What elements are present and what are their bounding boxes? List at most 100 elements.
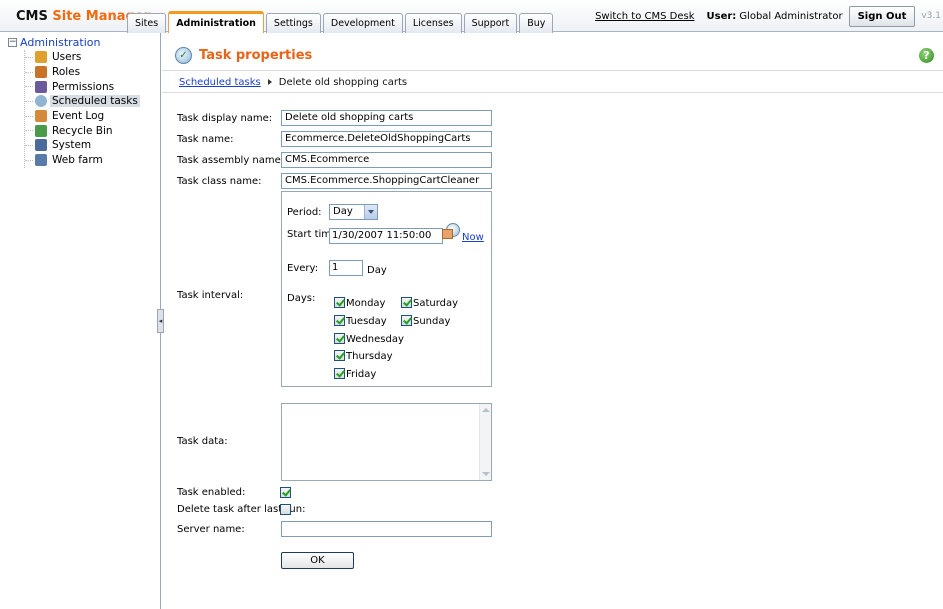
breadcrumb-arrow-icon	[267, 79, 272, 85]
friday-checkbox[interactable]	[334, 368, 345, 379]
period-label: Period:	[287, 207, 322, 218]
assembly-name-label: Task assembly name:	[177, 155, 285, 166]
user-label: User:	[706, 10, 737, 22]
tree-item-label: System	[52, 139, 92, 152]
tab-support[interactable]: Support	[463, 13, 518, 33]
scroll-up-icon[interactable]	[482, 408, 490, 412]
version-label: v3.1	[921, 11, 941, 21]
task-data-textarea[interactable]	[281, 403, 492, 481]
saturday-checkbox[interactable]	[401, 297, 412, 308]
tree-item-label: Recycle Bin	[52, 124, 113, 137]
tree-root: − Administration	[8, 36, 101, 49]
tab-administration[interactable]: Administration	[168, 11, 264, 33]
tree-root-administration[interactable]: Administration	[20, 36, 101, 49]
class-name-input[interactable]: CMS.Ecommerce.ShoppingCartCleaner	[281, 173, 492, 189]
days-label: Days:	[287, 293, 316, 304]
wednesday-label: Wednesday	[346, 334, 404, 345]
every-unit: Day	[367, 265, 387, 276]
start-time-input[interactable]: 1/30/2007 11:50:00	[329, 228, 443, 244]
header-right: Switch to CMS Desk User: Global Administ…	[595, 0, 943, 32]
admin-tree-sidebar: − Administration Users Roles Permissions…	[0, 33, 161, 609]
permissions-icon	[35, 80, 47, 93]
breadcrumb: Scheduled tasks Delete old shopping cart…	[179, 75, 407, 89]
task-enabled-label: Task enabled:	[177, 487, 246, 498]
tree-item-event-log[interactable]: Event Log	[25, 109, 140, 124]
tree-item-system[interactable]: System	[25, 138, 140, 153]
task-interval-label: Task interval:	[177, 290, 244, 301]
server-name-input[interactable]	[281, 521, 492, 537]
server-name-label: Server name:	[177, 524, 245, 535]
period-value: Day	[333, 206, 353, 217]
class-name-label: Task class name:	[177, 176, 262, 187]
sunday-label: Sunday	[413, 316, 451, 327]
help-icon[interactable]: ?	[919, 48, 934, 63]
tree-item-label: Web farm	[52, 154, 103, 167]
tuesday-checkbox[interactable]	[334, 315, 345, 326]
breadcrumb-scheduled-tasks-link[interactable]: Scheduled tasks	[179, 77, 261, 88]
friday-label: Friday	[346, 369, 377, 380]
tab-settings[interactable]: Settings	[265, 13, 321, 33]
task-data-scrollbar[interactable]	[479, 404, 491, 480]
delete-after-last-run-checkbox[interactable]	[280, 504, 291, 515]
tab-development[interactable]: Development	[322, 13, 403, 33]
tree-item-users[interactable]: Users	[25, 50, 140, 65]
period-select[interactable]: Day	[329, 204, 378, 220]
main-tabs: Sites Administration Settings Developmen…	[127, 11, 555, 33]
task-name-input[interactable]: Ecommerce.DeleteOldShoppingCarts	[281, 131, 492, 147]
task-enabled-checkbox[interactable]	[280, 487, 291, 498]
ok-button[interactable]: OK	[281, 552, 354, 569]
tab-buy[interactable]: Buy	[519, 13, 554, 33]
task-data-label: Task data:	[177, 436, 228, 447]
assembly-name-input[interactable]: CMS.Ecommerce	[281, 152, 492, 168]
tree-item-recycle-bin[interactable]: Recycle Bin	[25, 123, 140, 138]
task-interval-panel: Period: Day Start time: 1/30/2007 11:50:…	[281, 191, 492, 387]
switch-to-cms-desk-link[interactable]: Switch to CMS Desk	[595, 11, 694, 22]
display-name-label: Task display name:	[177, 113, 273, 124]
breadcrumb-divider	[162, 92, 943, 93]
every-label: Every:	[287, 263, 319, 274]
tree-item-permissions[interactable]: Permissions	[25, 79, 140, 94]
tab-sites[interactable]: Sites	[127, 13, 167, 33]
collapse-icon[interactable]: −	[8, 38, 17, 47]
recycle-bin-icon	[35, 124, 47, 137]
tuesday-label: Tuesday	[346, 316, 387, 327]
tree-item-roles[interactable]: Roles	[25, 65, 140, 80]
main-content: ✓ Task properties ? Scheduled tasks Dele…	[162, 33, 943, 609]
monday-label: Monday	[346, 298, 386, 309]
clock-icon	[35, 95, 47, 108]
tab-licenses[interactable]: Licenses	[404, 13, 462, 33]
tree-item-label: Event Log	[52, 110, 105, 123]
breadcrumb-current: Delete old shopping carts	[278, 76, 408, 88]
chevron-down-icon[interactable]	[364, 205, 377, 219]
page-title: Task properties	[199, 48, 313, 63]
sunday-checkbox[interactable]	[401, 315, 412, 326]
scroll-down-icon[interactable]	[482, 472, 490, 476]
sign-out-button[interactable]: Sign Out	[848, 5, 916, 27]
roles-icon	[35, 66, 47, 79]
monday-checkbox[interactable]	[334, 297, 345, 308]
every-input[interactable]: 1	[329, 260, 363, 276]
tree-items: Users Roles Permissions Scheduled tasks …	[24, 50, 140, 168]
top-header: CMS Site Manager Sites Administration Se…	[0, 0, 943, 33]
web-farm-icon	[35, 154, 47, 167]
thursday-label: Thursday	[346, 351, 393, 362]
now-link[interactable]: Now	[462, 232, 484, 243]
brand-cms: CMS	[16, 9, 48, 24]
scheduled-task-icon: ✓	[175, 47, 192, 64]
event-log-icon	[35, 110, 47, 123]
tree-item-label: Scheduled tasks	[50, 95, 140, 108]
tree-item-scheduled-tasks[interactable]: Scheduled tasks	[25, 94, 140, 109]
wednesday-checkbox[interactable]	[334, 333, 345, 344]
system-icon	[35, 139, 47, 152]
saturday-label: Saturday	[413, 298, 459, 309]
title-bar: ✓ Task properties ?	[162, 33, 943, 71]
task-name-label: Task name:	[177, 134, 234, 145]
users-icon	[35, 51, 47, 64]
display-name-input[interactable]: Delete old shopping carts	[281, 110, 492, 126]
user-name: Global Administrator	[739, 10, 843, 22]
thursday-checkbox[interactable]	[334, 350, 345, 361]
tree-item-label: Permissions	[52, 80, 115, 93]
tree-item-web-farm[interactable]: Web farm	[25, 153, 140, 168]
tree-item-label: Users	[52, 51, 82, 64]
calendar-icon[interactable]	[442, 223, 460, 239]
